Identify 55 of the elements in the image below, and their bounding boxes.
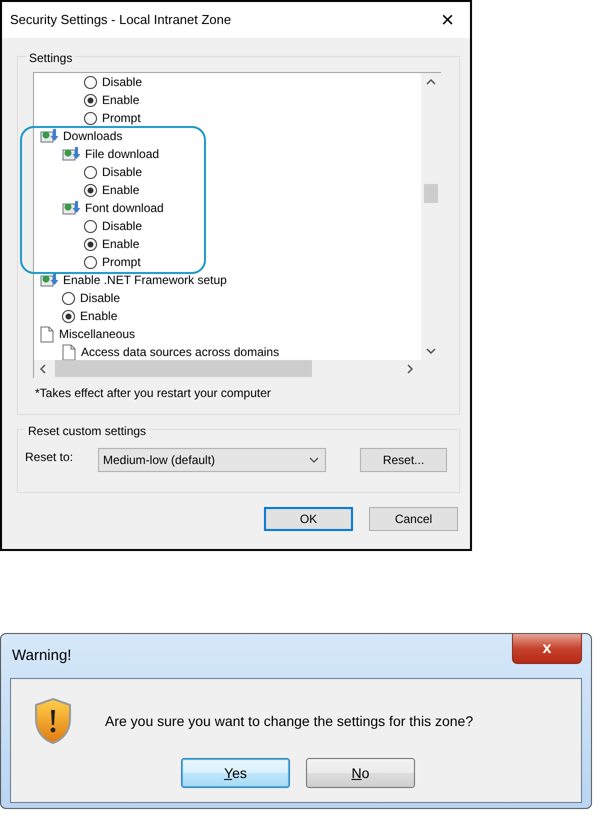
scrollbar-thumb [424,184,438,203]
scroll-up-icon [426,79,436,85]
page-icon [62,344,76,360]
dropdown-field[interactable]: Medium-low (default) [98,448,326,472]
page-icon [40,326,54,342]
radio-label: Enable [80,308,118,325]
setting-label: Enable .NET Framework setup [63,272,227,289]
radio-label: Enable [102,92,140,109]
caret-icon [309,457,319,463]
setting-label: Access data sources across domains [81,344,280,361]
radio-button[interactable] [62,310,75,322]
footnote-text: *Takes effect after you restart your computer [34,385,272,402]
radio-button[interactable] [84,94,97,106]
scroll-down-icon [426,348,436,354]
close-button[interactable]: x [512,634,582,664]
radio-label: Disable [102,218,142,235]
radio-label: Enable [102,182,140,199]
radio-button[interactable] [62,292,75,304]
radio-button[interactable] [84,256,97,268]
field-label: Reset to: [25,449,74,466]
computer-download-icon [40,128,58,144]
computer-download-icon [62,146,80,162]
radio-label: Prompt [102,254,141,271]
dialog-button[interactable]: OK [264,507,353,531]
window-title: Security Settings - Local Intranet Zone [10,11,232,30]
scroll-left-icon [40,364,46,374]
warning-shield-icon [33,697,73,745]
dropdown-value: Medium-low (default) [103,452,216,469]
close-button[interactable]: × [437,9,458,31]
radio-button[interactable] [84,238,97,250]
setting-label: Miscellaneous [59,326,136,343]
dialog-button[interactable]: Cancel [369,507,458,531]
setting-label: Font download [85,200,164,217]
computer-download-icon [40,272,58,288]
radio-button[interactable] [84,166,97,178]
radio-label: Disable [102,164,142,181]
setting-label: Downloads [63,128,122,145]
tree-row[interactable]: Miscellaneous [34,325,421,343]
radio-label: Disable [102,74,142,91]
window-title: Warning! [12,646,72,666]
radio-button[interactable] [84,76,97,88]
reset-button[interactable]: Reset... [360,448,447,472]
dialog-button[interactable]: Yes [181,758,290,788]
tree-row[interactable]: Enable .NET Framework setup [34,271,421,289]
radio-label: Prompt [102,110,141,127]
radio-label: Disable [80,290,120,307]
radio-label: Enable [102,236,140,253]
computer-download-icon [62,200,80,216]
warning-message: Are you sure you want to change the settings for this zone? [105,712,474,731]
dialog-button[interactable]: No [306,758,415,788]
radio-button[interactable] [84,220,97,232]
scroll-right-icon [407,364,413,374]
setting-label: File download [85,146,160,163]
radio-button[interactable] [84,112,97,124]
radio-button[interactable] [84,184,97,196]
